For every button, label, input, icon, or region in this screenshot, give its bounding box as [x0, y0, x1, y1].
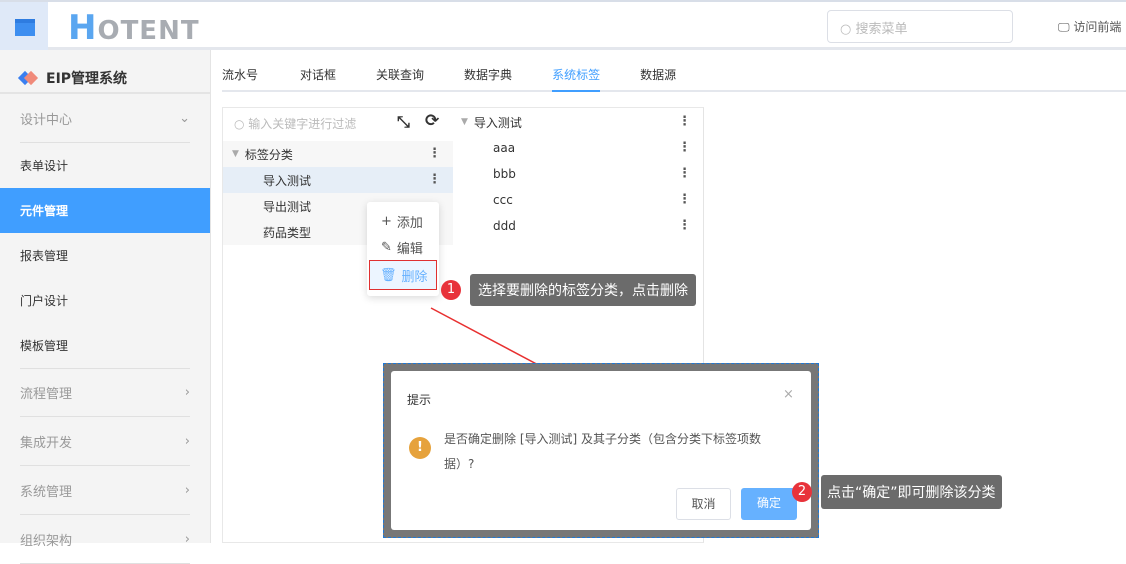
tree-node-root[interactable]: ▼ 标签分类	[232, 141, 293, 167]
tag-item[interactable]: bbb	[493, 161, 516, 187]
trash-icon: 🗑	[380, 267, 397, 283]
caret-down-icon: ▼	[461, 117, 468, 127]
sidebar-item-form-design[interactable]: 表单设计	[0, 143, 210, 188]
menu-label: 添加	[396, 215, 423, 231]
menu-search-input[interactable]: ○ 搜索菜单	[827, 10, 1013, 43]
dialog-message: 是否确定删除 [导入测试] 及其子分类（包含分类下标签项数据）?	[444, 432, 761, 471]
sidebar-group-integration[interactable]: 集成开发 ›	[20, 417, 190, 466]
tree-node-export-test[interactable]: 导出测试	[263, 193, 311, 219]
more-icon[interactable]: ⋮	[678, 114, 691, 129]
menu-icon	[15, 19, 35, 36]
confirm-button[interactable]: 确定	[741, 488, 797, 520]
menu-label: 删除	[401, 269, 428, 285]
menu-item-delete[interactable]: 🗑 删除	[369, 260, 437, 290]
context-menu: + 添加 ✎ 编辑 🗑 删除	[367, 202, 439, 296]
sidebar-group-system[interactable]: 系统管理 ›	[20, 466, 190, 515]
tag-group[interactable]: ▼ 导入测试	[461, 109, 522, 135]
tab-system-tags[interactable]: 系统标签	[552, 62, 601, 92]
more-icon[interactable]: ⋮	[678, 192, 691, 207]
chevron-down-icon: ⌄	[179, 110, 190, 126]
menu-item-edit[interactable]: ✎ 编辑	[367, 234, 439, 260]
tab-data-source[interactable]: 数据源	[640, 62, 676, 92]
system-title: EIP管理系统	[0, 50, 210, 94]
menu-item-add[interactable]: + 添加	[367, 208, 439, 234]
tab-dialog[interactable]: 对话框	[300, 62, 336, 92]
group-label: 系统管理	[20, 484, 73, 500]
tab-serial-number[interactable]: 流水号	[222, 62, 258, 92]
tab-data-dictionary[interactable]: 数据字典	[464, 62, 512, 92]
sidebar-group-design[interactable]: 设计中心 ⌄	[20, 94, 190, 143]
sidebar-item-report-management[interactable]: 报表管理	[0, 233, 210, 278]
sidebar-item-portal-design[interactable]: 门户设计	[0, 278, 210, 323]
step-badge-1: 1	[441, 280, 461, 300]
chevron-right-icon: ›	[184, 531, 190, 547]
group-label: 集成开发	[20, 435, 73, 451]
sidebar-item-component-management[interactable]: 元件管理	[0, 188, 210, 233]
caret-down-icon: ▼	[232, 149, 239, 159]
menu-toggle-button[interactable]	[0, 2, 48, 50]
collapse-icon[interactable]: ⤡	[397, 112, 410, 132]
cancel-button[interactable]: 取消	[676, 488, 731, 520]
tree-node-import-test[interactable]: 导入测试	[223, 167, 453, 193]
more-icon[interactable]: ⋮	[678, 140, 691, 155]
monitor-icon: 🖵	[1058, 20, 1070, 34]
chevron-right-icon: ›	[184, 385, 190, 400]
more-icon[interactable]: ⋮	[428, 172, 441, 187]
step-badge-2: 2	[792, 482, 812, 502]
sidebar-group-org[interactable]: 组织架构 ›	[20, 515, 190, 564]
more-icon[interactable]: ⋮	[678, 166, 691, 181]
chevron-right-icon: ›	[184, 482, 190, 498]
tree-node-drug-type[interactable]: 药品类型	[263, 219, 311, 245]
sidebar: EIP管理系统 设计中心 ⌄ 表单设计 元件管理 报表管理 门户设计 模板管理 流…	[0, 50, 211, 564]
menu-label: 编辑	[396, 241, 423, 257]
warning-icon: !	[409, 437, 431, 459]
system-name: EIP管理系统	[46, 71, 128, 87]
node-label: 导入测试	[263, 173, 312, 188]
confirm-dialog: 提示 × ! 是否确定删除 [导入测试] 及其子分类（包含分类下标签项数据）? …	[391, 371, 811, 530]
more-icon[interactable]: ⋮	[428, 146, 441, 161]
dialog-title: 提示	[407, 393, 432, 407]
pencil-icon: ✎	[381, 239, 392, 255]
tag-item[interactable]: aaa	[493, 135, 515, 161]
tab-related-query[interactable]: 关联查询	[376, 62, 424, 92]
tag-group-label: 导入测试	[473, 115, 522, 130]
logo: HOTENT	[68, 8, 200, 48]
plus-icon: +	[381, 213, 392, 229]
tab-bar: 流水号 对话框 关联查询 数据字典 系统标签 数据源	[222, 62, 1126, 92]
node-label: 标签分类	[244, 147, 293, 162]
chevron-right-icon: ›	[184, 433, 190, 449]
close-icon[interactable]: ×	[783, 387, 794, 402]
sidebar-group-flow[interactable]: 流程管理 ›	[20, 368, 190, 417]
visit-label: 访问前端	[1073, 20, 1122, 34]
tag-item[interactable]: ccc	[493, 187, 513, 213]
filter-placeholder: 输入关键字进行过滤	[248, 117, 357, 131]
annotation-tooltip-2: 点击“确定”即可删除该分类	[821, 475, 1002, 509]
group-label: 组织架构	[20, 533, 73, 549]
search-placeholder: 搜索菜单	[855, 22, 908, 37]
more-icon[interactable]: ⋮	[678, 218, 691, 233]
sidebar-item-template-management[interactable]: 模板管理	[0, 323, 210, 368]
refresh-icon[interactable]: ⟳	[425, 111, 439, 131]
tag-item[interactable]: ddd	[493, 213, 516, 239]
annotation-tooltip-1: 选择要删除的标签分类，点击删除	[470, 274, 696, 306]
system-logo-icon	[20, 71, 34, 85]
group-label: 流程管理	[20, 387, 73, 402]
tree-filter-input[interactable]: ○ 输入关键字进行过滤	[234, 115, 356, 132]
visit-frontend-link[interactable]: 🖵 访问前端	[1058, 18, 1121, 35]
group-label: 设计中心	[20, 112, 73, 128]
